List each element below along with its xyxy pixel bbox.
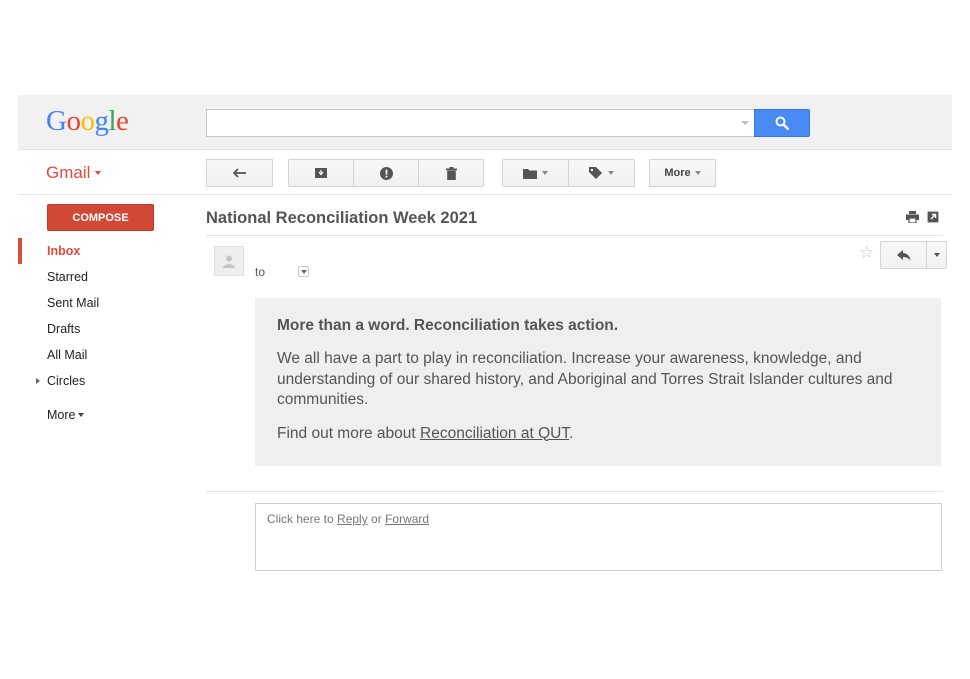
search-options-caret-icon[interactable]	[741, 121, 749, 125]
logo-letter: o	[80, 105, 95, 137]
logo-letter: l	[108, 105, 117, 137]
reply-arrow-icon	[896, 249, 910, 260]
delete-button[interactable]	[418, 159, 484, 187]
more-actions-label: More	[664, 167, 691, 179]
expand-arrow-icon[interactable]	[36, 378, 40, 384]
avatar[interactable]	[214, 246, 244, 276]
search-input[interactable]	[207, 110, 755, 136]
search-button[interactable]	[754, 109, 810, 137]
reply-actions-group	[880, 241, 947, 269]
labels-button[interactable]	[568, 159, 635, 187]
logo-letter: e	[116, 105, 129, 137]
header-divider	[18, 194, 952, 195]
sidebar-item-label: Sent Mail	[47, 296, 100, 310]
star-icon[interactable]: ☆	[859, 244, 874, 261]
chevron-down-icon	[95, 171, 102, 175]
reply-link[interactable]: Reply	[337, 512, 368, 526]
message-actions-group	[288, 159, 484, 187]
sidebar-more-label: More	[47, 408, 76, 422]
archive-button[interactable]	[288, 159, 354, 187]
subject-actions	[906, 211, 939, 223]
quick-reply-box[interactable]: Click here to Reply or Forward	[255, 503, 942, 571]
organize-group	[502, 159, 635, 187]
chevron-down-icon	[78, 413, 85, 417]
sidebar-item-starred[interactable]: Starred	[18, 264, 188, 290]
email-paragraph: We all have a part to play in reconcilia…	[277, 350, 893, 408]
move-to-button[interactable]	[502, 159, 569, 187]
logo-letter: G	[46, 105, 67, 137]
sidebar-item-circles[interactable]: Circles	[18, 368, 188, 394]
reply-prompt-middle: or	[367, 512, 386, 526]
forward-link[interactable]: Forward	[385, 512, 429, 526]
google-logo[interactable]: Google	[46, 105, 129, 138]
sidebar-item-sent-mail[interactable]: Sent Mail	[18, 290, 188, 316]
sidebar-more[interactable]: More	[18, 402, 188, 428]
recipient-label: to	[255, 265, 266, 279]
sidebar-item-label: Circles	[47, 374, 86, 388]
subject-divider	[206, 235, 943, 236]
find-out-more-line: Find out more about Reconciliation at QU…	[277, 424, 919, 445]
back-arrow-icon	[232, 168, 246, 178]
top-bar: Google	[18, 95, 952, 150]
email-body: More than a word. Reconciliation takes a…	[255, 298, 941, 466]
logo-letter: o	[66, 105, 81, 137]
chevron-down-icon	[542, 171, 548, 175]
chevron-down-icon	[608, 171, 614, 175]
archive-icon	[315, 168, 327, 178]
report-spam-icon	[379, 166, 393, 180]
find-out-suffix: .	[569, 424, 574, 442]
trash-icon	[445, 166, 457, 180]
reply-prompt-prefix: Click here to	[267, 512, 338, 526]
find-out-prefix: Find out more about	[277, 424, 421, 442]
back-button[interactable]	[206, 159, 273, 187]
sidebar-item-label: All Mail	[47, 348, 88, 362]
chevron-down-icon	[694, 171, 701, 175]
sidebar-item-label: Starred	[47, 270, 88, 284]
new-window-icon[interactable]	[927, 211, 939, 223]
sidebar-item-drafts[interactable]: Drafts	[18, 316, 188, 342]
gmail-menu[interactable]: Gmail	[46, 163, 102, 183]
gmail-window: Google Gmail More COMPOSE Inbox Starred …	[18, 95, 952, 575]
reply-options-button[interactable]	[926, 241, 947, 269]
sidebar-item-label: Inbox	[47, 244, 81, 258]
message-subject: National Reconciliation Week 2021	[206, 209, 478, 227]
show-details-button[interactable]	[298, 266, 309, 277]
logo-letter: g	[94, 105, 109, 137]
label-tag-icon	[589, 167, 602, 179]
sidebar-item-all-mail[interactable]: All Mail	[18, 342, 188, 368]
folder-icon	[523, 168, 537, 179]
compose-button[interactable]: COMPOSE	[47, 204, 154, 231]
report-spam-button[interactable]	[353, 159, 419, 187]
compose-label: COMPOSE	[72, 211, 129, 224]
reply-divider	[206, 491, 943, 492]
sidebar-item-label: Drafts	[47, 322, 81, 336]
email-heading: More than a word. Reconciliation takes a…	[277, 317, 619, 334]
print-icon[interactable]	[906, 211, 919, 223]
gmail-label: Gmail	[46, 163, 91, 182]
reconciliation-link[interactable]: Reconciliation at QUT	[420, 425, 569, 442]
search-icon	[775, 116, 789, 130]
reply-button[interactable]	[880, 241, 927, 269]
sidebar-nav: Inbox Starred Sent Mail Drafts All Mail …	[18, 238, 188, 428]
chevron-down-icon	[300, 269, 307, 274]
sidebar-item-inbox[interactable]: Inbox	[18, 238, 188, 264]
person-icon	[223, 255, 235, 268]
chevron-down-icon	[933, 253, 940, 257]
search-field[interactable]	[206, 109, 755, 137]
more-actions-button[interactable]: More	[649, 159, 716, 187]
